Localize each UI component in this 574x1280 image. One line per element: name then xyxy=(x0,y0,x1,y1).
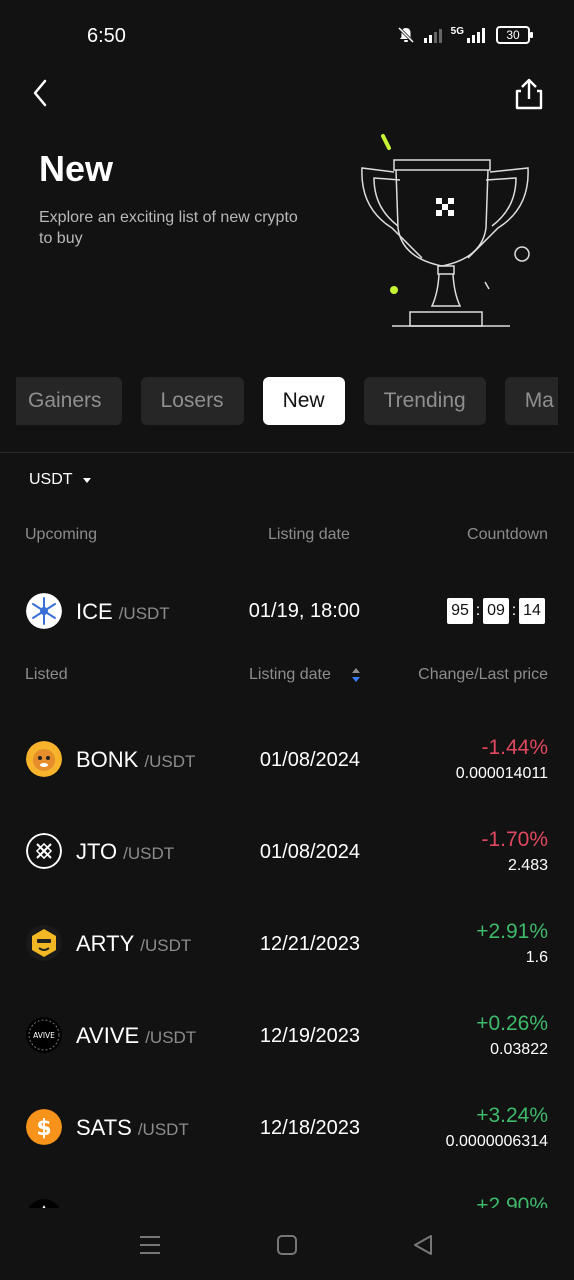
pair-label: BONK /USDT xyxy=(76,747,195,773)
category-tabs: Gainers Losers New Trending Ma xyxy=(16,377,558,425)
last-price: 0.0000006314 xyxy=(445,1133,548,1150)
signal-icon xyxy=(423,29,442,43)
last-price: 2.483 xyxy=(507,857,548,874)
jto-coin-icon xyxy=(26,833,62,869)
listing-date: 01/08/2024 xyxy=(259,749,360,771)
quote-symbol: /USDT xyxy=(145,1028,197,1047)
page-subtitle: Explore an exciting list of new crypto t… xyxy=(39,209,298,247)
network-type: 5G xyxy=(450,25,464,37)
home-icon[interactable] xyxy=(276,1234,298,1256)
change-percent: -1.70% xyxy=(481,828,548,851)
base-symbol: BONK xyxy=(76,747,139,772)
change-percent: +0.26% xyxy=(476,1012,548,1035)
pair-label: SATS /USDT xyxy=(76,1115,189,1141)
menu-icon[interactable] xyxy=(139,1234,161,1256)
status-icons: 5G 30 xyxy=(397,25,533,44)
upcoming-header: Upcoming xyxy=(25,526,98,543)
system-nav-bar xyxy=(0,1208,574,1280)
chevron-left-icon xyxy=(33,79,47,107)
mute-bell-icon xyxy=(397,26,414,44)
listing-date: 01/19, 18:00 xyxy=(248,600,360,622)
listing-date: 01/08/2024 xyxy=(259,841,360,863)
quote-symbol: /USDT xyxy=(140,936,192,955)
tab-market-cap[interactable]: Ma xyxy=(504,377,558,425)
last-price: 0.03822 xyxy=(490,1041,548,1058)
pair-label: AVIVE /USDT xyxy=(76,1023,196,1049)
tab-losers[interactable]: Losers xyxy=(140,377,244,425)
change-percent: +3.24% xyxy=(476,1104,548,1127)
countdown-minutes: 09 xyxy=(483,598,509,624)
last-price: 1.6 xyxy=(525,949,548,966)
base-symbol: JTO xyxy=(76,839,118,864)
ice-coin-icon xyxy=(26,593,62,629)
sats-coin-icon: $ xyxy=(26,1109,62,1145)
quote-symbol: /USDT xyxy=(137,1120,189,1139)
svg-text:$: $ xyxy=(36,1116,51,1141)
upcoming-date-header: Listing date xyxy=(268,526,350,543)
status-bar: 6:50 5G 30 xyxy=(0,0,574,70)
base-symbol: AVIVE xyxy=(76,1023,140,1048)
listing-date: 12/18/2023 xyxy=(259,1117,360,1139)
divider xyxy=(0,452,574,453)
arty-coin-icon xyxy=(26,925,62,961)
quote-symbol: /USDT xyxy=(144,752,196,771)
signal-5g-icon xyxy=(467,28,485,43)
listed-date-header[interactable]: Listing date xyxy=(249,666,331,684)
avive-coin-icon: AVIVE xyxy=(26,1017,62,1053)
caret-down-icon xyxy=(82,477,91,483)
battery-icon: 30 xyxy=(496,26,533,44)
sort-icon[interactable] xyxy=(351,667,361,683)
change-price-header: Change/Last price xyxy=(418,666,548,683)
base-symbol: ICE xyxy=(76,599,113,624)
page-title: New xyxy=(39,148,114,189)
countdown-hours: 95 xyxy=(447,598,473,624)
tab-gainers[interactable]: Gainers xyxy=(16,377,122,425)
quote-currency-dropdown[interactable]: USDT xyxy=(29,471,91,489)
countdown-header: Countdown xyxy=(467,526,548,543)
tab-new[interactable]: New xyxy=(262,377,345,425)
back-button[interactable] xyxy=(26,76,56,110)
svg-text:AVIVE: AVIVE xyxy=(33,1031,55,1040)
pair-label: ICE /USDT xyxy=(76,599,170,625)
share-button[interactable] xyxy=(512,76,546,112)
tab-trending[interactable]: Trending xyxy=(363,377,486,425)
quote-symbol: /USDT xyxy=(118,604,170,623)
countdown-seconds: 14 xyxy=(519,598,545,624)
change-percent: -1.44% xyxy=(481,736,548,759)
trophy-illustration-icon xyxy=(361,134,530,327)
pair-label: JTO /USDT xyxy=(76,839,174,865)
back-triangle-icon[interactable] xyxy=(412,1234,434,1256)
status-time: 6:50 xyxy=(87,25,126,47)
quote-currency-label: USDT xyxy=(29,471,73,488)
quote-symbol: /USDT xyxy=(123,844,175,863)
base-symbol: SATS xyxy=(76,1115,132,1140)
base-symbol: ARTY xyxy=(76,931,135,956)
pair-label: ARTY /USDT xyxy=(76,931,191,957)
listing-date: 12/19/2023 xyxy=(259,1025,360,1047)
listing-date: 12/21/2023 xyxy=(259,933,360,955)
bonk-coin-icon xyxy=(26,741,62,777)
listed-header: Listed xyxy=(25,666,68,683)
share-icon xyxy=(515,78,543,110)
last-price: 0.000014011 xyxy=(455,765,548,782)
countdown-timer: 95 : 09 : 14 xyxy=(447,598,545,624)
change-percent: +2.91% xyxy=(476,920,548,943)
